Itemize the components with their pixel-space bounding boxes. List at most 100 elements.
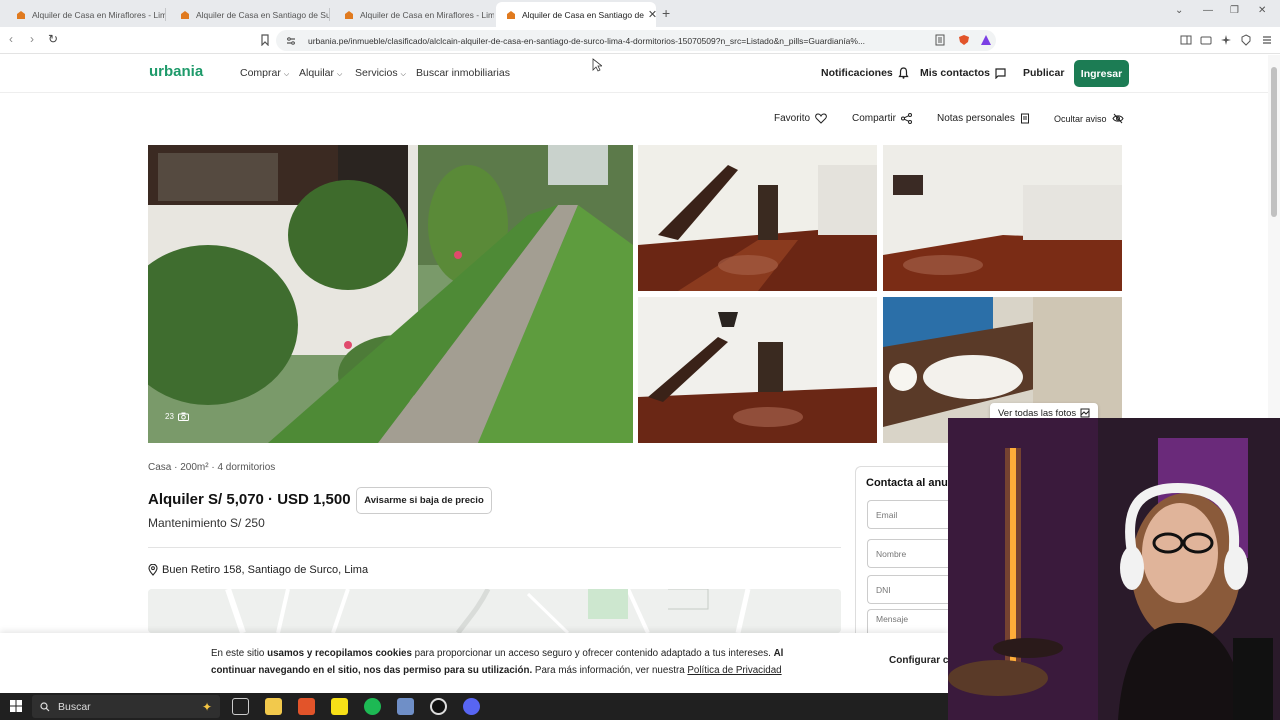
menu-icon[interactable] — [1261, 34, 1273, 46]
interior-photo — [638, 145, 877, 291]
listing-meta: Casa · 200m² · 4 dormitorios — [148, 462, 276, 473]
reader-mode-icon[interactable] — [934, 34, 946, 46]
discord-icon[interactable] — [463, 698, 480, 715]
browser-tab-active[interactable]: Alquiler de Casa en Santiago de ✕ — [496, 2, 656, 27]
tab-search-icon[interactable]: ⌄ — [1175, 5, 1183, 16]
urbania-favicon-icon — [16, 10, 26, 20]
task-view-icon[interactable] — [232, 698, 249, 715]
hide-label: Ocultar aviso — [1054, 113, 1107, 124]
publish-link[interactable]: Publicar — [1023, 67, 1064, 79]
mouse-cursor-icon — [592, 58, 602, 72]
notifications-link[interactable]: Notificaciones — [821, 67, 909, 79]
new-tab-icon[interactable]: + — [662, 5, 670, 21]
wallet-icon[interactable] — [1200, 34, 1212, 46]
urbania-favicon-icon — [344, 10, 354, 20]
scrollbar-thumb[interactable] — [1271, 67, 1277, 217]
photo-staircase-living[interactable] — [638, 145, 877, 291]
windows-start-icon[interactable] — [10, 700, 22, 712]
notes-button[interactable]: Notas personales — [937, 113, 1030, 124]
file-explorer-icon[interactable] — [265, 698, 282, 715]
contacts-label: Mis contactos — [920, 67, 991, 79]
urbania-favicon-icon — [506, 10, 516, 20]
heart-icon — [815, 113, 827, 124]
main-photo-garden[interactable] — [148, 145, 633, 443]
notes-label: Notas personales — [937, 113, 1015, 124]
taskbar-search[interactable]: Buscar ✦ — [32, 695, 220, 718]
close-tab-icon[interactable]: ✕ — [644, 8, 656, 21]
photo-hallway-stairs[interactable] — [638, 297, 877, 443]
obs-icon[interactable] — [430, 698, 447, 715]
brave-rewards-icon[interactable] — [980, 34, 992, 46]
menu-alquilar[interactable]: Alquilar ⌵ — [299, 67, 342, 79]
reload-icon[interactable]: ↻ — [48, 32, 58, 46]
leo-ai-icon[interactable] — [1220, 34, 1232, 46]
bell-icon — [898, 67, 909, 79]
contact-form: Contacta al anunciante Email Nombre DNI … — [855, 466, 986, 637]
photo-count: 23 — [165, 412, 189, 421]
email-placeholder: Email — [876, 510, 898, 520]
location-pin-icon — [148, 564, 158, 576]
favorite-button[interactable]: Favorito — [774, 113, 827, 124]
windows-taskbar: Buscar ✦ — [0, 693, 948, 720]
browser-tab-strip: Alquiler de Casa en Miraflores - Lima Al… — [0, 0, 1280, 27]
spotify-icon[interactable] — [364, 698, 381, 715]
contacts-link[interactable]: Mis contactos — [920, 67, 1006, 79]
site-header: urbania Comprar ⌵ Alquilar ⌵ Servicios ⌵ Bu… — [0, 55, 1268, 93]
address-label: Buen Retiro 158, Santiago de Surco, Lima — [162, 564, 369, 576]
sticky-notes-icon[interactable] — [331, 698, 348, 715]
name-field[interactable]: Nombre — [867, 539, 957, 568]
gallery-icon — [1080, 408, 1090, 418]
site-settings-icon[interactable] — [286, 36, 296, 46]
hide-listing-button[interactable]: Ocultar aviso — [1054, 113, 1124, 124]
login-button[interactable]: Ingresar — [1074, 60, 1129, 87]
brave-shields-icon[interactable] — [958, 34, 970, 46]
share-button[interactable]: Compartir — [852, 113, 912, 124]
photo-empty-room[interactable] — [883, 145, 1122, 291]
tab-title: Alquiler de Casa en Miraflores - Lima — [32, 9, 166, 20]
tab-title: Alquiler de Casa en Santiago de Surco — [196, 9, 330, 20]
eye-off-icon — [1111, 113, 1124, 124]
notifications-label: Notificaciones — [821, 67, 893, 79]
brave-browser-icon[interactable] — [298, 698, 315, 715]
browser-tab[interactable]: Alquiler de Casa en Santiago de Surco — [170, 2, 330, 27]
share-label: Compartir — [852, 113, 896, 124]
menu-label: Servicios — [355, 67, 398, 79]
sidebar-icon[interactable] — [1180, 34, 1192, 46]
room-photo — [883, 145, 1122, 291]
location-map[interactable] — [148, 589, 841, 633]
browser-tab[interactable]: Alquiler de Casa en Miraflores - Lima — [6, 2, 166, 27]
menu-buscar-inmobiliarias[interactable]: Buscar inmobiliarias — [416, 67, 510, 79]
map-graphic — [148, 589, 841, 633]
minimize-icon[interactable]: — — [1203, 5, 1213, 16]
menu-label: Comprar — [240, 67, 281, 79]
page-scrollbar[interactable] — [1268, 55, 1280, 418]
maintenance-fee: Mantenimiento S/ 250 — [148, 516, 265, 530]
menu-servicios[interactable]: Servicios ⌵ — [355, 67, 406, 79]
back-icon[interactable]: ‹ — [9, 32, 13, 46]
chat-icon — [995, 67, 1006, 79]
restore-icon[interactable]: ❐ — [1230, 5, 1239, 16]
close-window-icon[interactable]: ✕ — [1258, 5, 1266, 16]
cookie-text-part: En este sitio — [211, 648, 268, 659]
dni-field[interactable]: DNI — [867, 575, 957, 604]
app-icon[interactable] — [397, 698, 414, 715]
photo-count-label: 23 — [165, 412, 174, 421]
price-alert-button[interactable]: Avisarme si baja de precio — [356, 487, 492, 514]
vpn-icon[interactable] — [1240, 34, 1252, 46]
forward-icon[interactable]: › — [30, 32, 34, 46]
email-field[interactable]: Email — [867, 500, 957, 529]
webcam-feed — [948, 418, 1280, 720]
address-bar[interactable]: urbania.pe/inmueble/clasificado/alclcain… — [276, 30, 996, 51]
share-icon — [900, 113, 912, 124]
camera-icon — [177, 412, 189, 421]
bookmark-icon[interactable] — [259, 34, 271, 46]
privacy-policy-link[interactable]: Política de Privacidad — [687, 665, 781, 676]
browser-tab[interactable]: Alquiler de Casa en Miraflores - Lima — [334, 2, 494, 27]
chevron-down-icon: ⌵ — [400, 71, 406, 78]
webcam-overlay — [948, 418, 1280, 720]
urbania-logo[interactable]: urbania — [149, 63, 203, 80]
cookie-text-part: Para más información, ver nuestra — [532, 665, 688, 676]
listing-price: Alquiler S/ 5,070 · USD 1,500 — [148, 491, 351, 508]
tab-title: Alquiler de Casa en Miraflores - Lima — [360, 9, 494, 20]
menu-comprar[interactable]: Comprar ⌵ — [240, 67, 289, 79]
